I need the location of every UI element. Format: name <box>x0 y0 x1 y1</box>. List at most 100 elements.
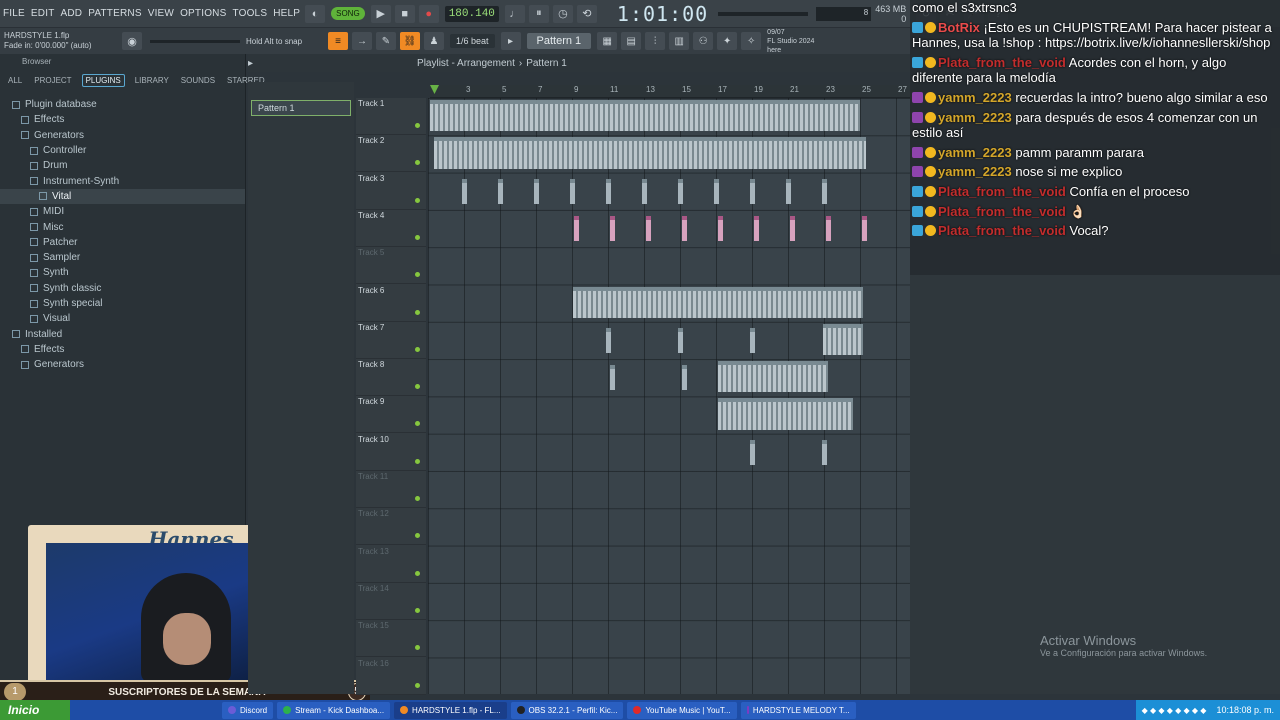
track-mute-led[interactable] <box>415 346 420 352</box>
playlist-icon[interactable]: ≡ <box>328 32 348 50</box>
clip-hit[interactable] <box>786 178 791 204</box>
playhead-marker[interactable] <box>430 85 439 94</box>
play-icon[interactable]: ▶ <box>370 4 391 23</box>
audio-clip[interactable] <box>718 361 828 393</box>
track-mute-led[interactable] <box>415 123 420 128</box>
track-header[interactable]: Track 15 <box>356 620 426 658</box>
clip-hit[interactable] <box>790 215 795 242</box>
tray-icons[interactable]: ◆ ◆ ◆ ◆ ◆ ◆ ◆ ◆ <box>1142 706 1207 715</box>
wand-icon[interactable]: ✧ <box>741 32 762 50</box>
clip-hit[interactable] <box>822 439 827 465</box>
taskbar-task[interactable]: YouTube Music | YouT... <box>627 701 737 719</box>
clip-hit[interactable] <box>642 178 647 204</box>
track-header[interactable]: Track 16 <box>356 658 426 695</box>
tree-item[interactable]: Effects <box>0 342 245 357</box>
clip-hit[interactable] <box>718 215 723 242</box>
clip-hit[interactable] <box>682 215 687 242</box>
tree-item[interactable]: Plugin database <box>0 97 245 112</box>
chat-username[interactable]: yamm_2223 <box>938 90 1012 105</box>
clip-hit[interactable] <box>606 178 611 204</box>
track-header[interactable]: Track 1 <box>356 98 426 135</box>
tree-item[interactable]: Patcher <box>0 235 245 250</box>
clip-hit[interactable] <box>574 215 579 242</box>
chat-username[interactable]: Plata_from_the_void <box>938 55 1066 70</box>
knob-icon[interactable]: ◉ <box>122 32 142 50</box>
audio-clip[interactable] <box>718 398 853 430</box>
tree-item[interactable]: Controller <box>0 143 245 158</box>
chat-username[interactable]: Plata_from_the_void <box>938 184 1066 199</box>
track-mute-led[interactable] <box>415 160 420 166</box>
menu-view[interactable]: VIEW <box>145 8 177 19</box>
stamp-icon[interactable]: ♟ <box>424 32 444 50</box>
audio-clip[interactable] <box>430 100 860 132</box>
tree-item[interactable]: Sampler <box>0 250 245 265</box>
timeline-ruler[interactable]: 3 5 7 9 11 13 15 17 19 21 23 25 27 <box>430 85 910 98</box>
pattern-item[interactable]: Pattern 1 <box>251 100 351 116</box>
track-header[interactable]: Track 9 <box>356 396 426 434</box>
track-header[interactable]: Track 5 <box>356 247 426 285</box>
tree-item[interactable]: Instrument-Synth <box>0 173 245 188</box>
track-mute-led[interactable] <box>415 197 420 203</box>
track-header[interactable]: Track 14 <box>356 583 426 620</box>
browser-icon[interactable]: ▥ <box>669 32 690 50</box>
record-icon[interactable]: ● <box>418 4 439 23</box>
tempo-display[interactable]: 180.140 <box>444 5 499 22</box>
pattern-mode-icon[interactable]: ◐ <box>305 4 326 23</box>
tree-item[interactable]: Vital <box>0 188 245 205</box>
pitch-slider[interactable] <box>150 39 240 43</box>
menu-options[interactable]: OPTIONS <box>177 8 229 19</box>
plugin-icon[interactable]: ⚇ <box>693 32 714 50</box>
track-mute-led[interactable] <box>415 234 420 240</box>
tree-item[interactable]: Drum <box>0 158 245 173</box>
clip-hit[interactable] <box>682 365 687 391</box>
tab-project[interactable]: PROJECT <box>32 74 73 87</box>
start-button[interactable]: Inicio <box>0 700 70 720</box>
chat-username[interactable]: yamm_2223 <box>938 164 1012 179</box>
chat-username[interactable]: yamm_2223 <box>938 110 1012 125</box>
piano-roll-icon[interactable]: ▦ <box>597 32 618 50</box>
snap-select[interactable]: 1/6 beat <box>450 34 495 48</box>
track-mute-led[interactable] <box>415 533 420 539</box>
track-mute-led[interactable] <box>415 458 420 464</box>
clip-hit[interactable] <box>862 215 867 242</box>
tab-sounds[interactable]: SOUNDS <box>179 74 217 87</box>
taskbar-task[interactable]: HARDSTYLE 1.flp - FL... <box>394 701 507 719</box>
tree-item[interactable]: Generators <box>0 357 245 372</box>
stop-icon[interactable]: ■ <box>394 4 415 23</box>
taskbar-task[interactable]: HARDSTYLE MELODY T... <box>740 701 856 719</box>
channel-rack-icon[interactable]: ▤ <box>621 32 642 50</box>
audio-clip[interactable] <box>823 323 863 356</box>
menu-help[interactable]: HELP <box>270 8 303 19</box>
playlist-grid[interactable] <box>428 98 910 694</box>
clip-hit[interactable] <box>610 365 615 391</box>
song-mode-toggle[interactable]: SONG <box>331 7 365 20</box>
clip-hit[interactable] <box>750 439 755 465</box>
track-mute-led[interactable] <box>415 272 420 278</box>
clip-hit[interactable] <box>750 327 755 354</box>
chat-username[interactable]: yamm_2223 <box>938 145 1012 160</box>
taskbar-task[interactable]: OBS 32.2.1 - Perfil: Kic... <box>510 701 624 719</box>
countdown-icon[interactable]: ◷ <box>552 4 573 23</box>
menu-tools[interactable]: TOOLS <box>229 8 270 19</box>
tree-item[interactable]: MIDI <box>0 204 245 219</box>
tree-item[interactable]: Synth <box>0 265 245 280</box>
chat-username[interactable]: Plata_from_the_void <box>938 204 1066 219</box>
track-header[interactable]: Track 13 <box>356 546 426 583</box>
clip-hit[interactable] <box>678 327 683 354</box>
pencil-icon[interactable]: ✎ <box>376 32 396 50</box>
chat-username[interactable]: BotRix <box>938 20 980 35</box>
tree-item[interactable]: Synth classic <box>0 281 245 296</box>
track-mute-led[interactable] <box>415 607 420 613</box>
menu-edit[interactable]: EDIT <box>28 8 58 19</box>
tree-item[interactable]: Effects <box>0 112 245 127</box>
track-mute-led[interactable] <box>415 496 420 501</box>
audio-clip[interactable] <box>573 286 863 318</box>
audio-clip[interactable] <box>434 137 866 169</box>
brush-icon[interactable]: ✦ <box>717 32 738 50</box>
menu-file[interactable]: FILE <box>0 8 28 19</box>
clip-hit[interactable] <box>610 215 615 242</box>
menu-add[interactable]: ADD <box>58 8 86 19</box>
taskbar-task[interactable]: Stream - Kick Dashboa... <box>277 701 391 719</box>
track-header[interactable]: Track 7 <box>356 322 426 359</box>
tree-item[interactable]: Installed <box>0 326 245 341</box>
